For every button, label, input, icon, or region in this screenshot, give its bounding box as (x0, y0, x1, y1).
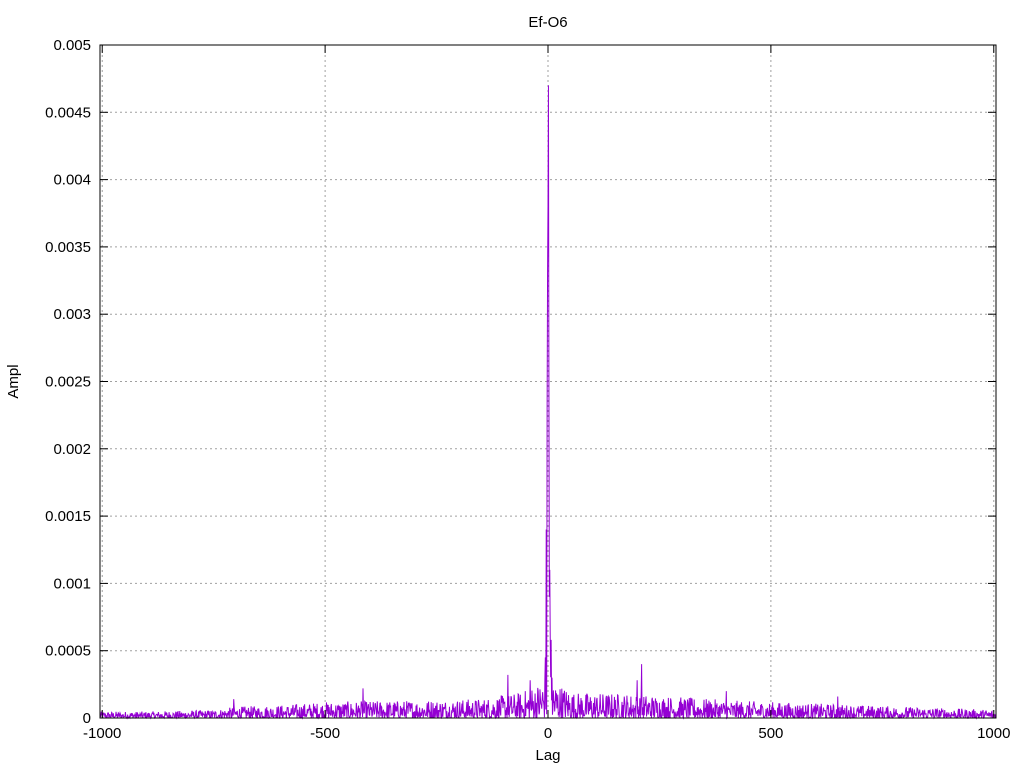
x-tick-label: -500 (310, 725, 340, 742)
y-tick-label: 0.0015 (45, 508, 91, 525)
y-tick-label: 0.005 (53, 37, 91, 54)
x-tick-label: 1000 (977, 725, 1010, 742)
y-tick-label: 0.002 (53, 441, 91, 458)
y-tick-label: 0.003 (53, 306, 91, 323)
y-tick-label: 0.0025 (45, 374, 91, 391)
y-axis-title: Ampl (5, 364, 22, 398)
chart-title: Ef-O6 (528, 14, 567, 31)
y-tick-label: 0.001 (53, 575, 91, 592)
y-tick-label: 0.0035 (45, 239, 91, 256)
y-tick-label: 0.0045 (45, 104, 91, 121)
y-tick-label: 0.004 (53, 172, 91, 189)
x-tick-label: 500 (758, 725, 783, 742)
x-axis-title: Lag (535, 747, 560, 764)
y-tick-label: 0.0005 (45, 643, 91, 660)
chart: 0 0.0005 0.001 0.0015 0.002 0.0025 0.003 0.0035… (0, 0, 1024, 768)
x-tick-label: -1000 (83, 725, 121, 742)
x-tick-label: 0 (544, 725, 552, 742)
chart-background (0, 0, 1024, 768)
